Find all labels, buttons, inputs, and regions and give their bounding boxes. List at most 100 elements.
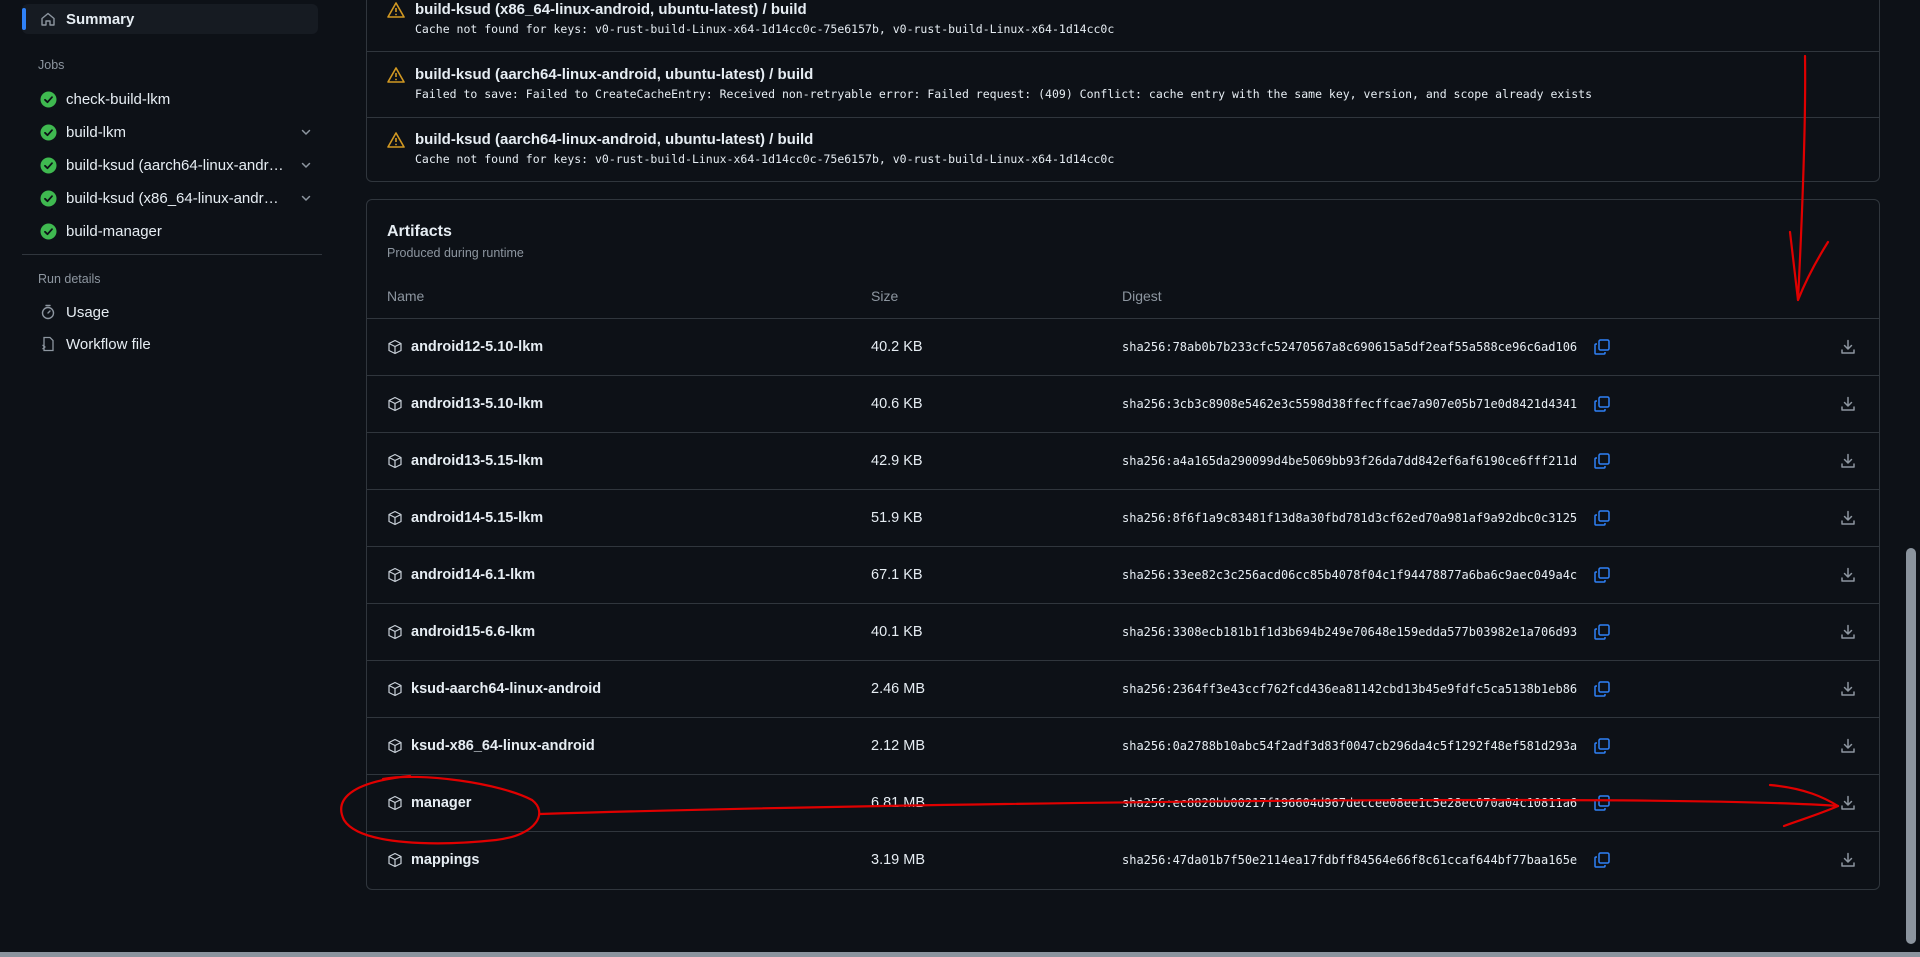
download-icon[interactable] xyxy=(1839,794,1857,812)
artifact-name-link[interactable]: manager xyxy=(411,795,471,811)
warning-icon xyxy=(387,2,405,18)
copy-icon[interactable] xyxy=(1593,623,1611,641)
artifact-row[interactable]: android15-6.6-lkm 40.1 KB sha256:3308ecb18… xyxy=(367,603,1879,660)
copy-icon[interactable] xyxy=(1593,680,1611,698)
package-icon xyxy=(388,738,402,754)
artifact-name-link[interactable]: android12-5.10-lkm xyxy=(411,339,543,355)
artifact-name-link[interactable]: android14-5.15-lkm xyxy=(411,510,543,526)
artifact-row[interactable]: android14-6.1-lkm 67.1 KB sha256:33ee82c3c… xyxy=(367,546,1879,603)
annotation-message: Failed to save: Failed to CreateCacheEnt… xyxy=(415,87,1593,101)
warning-icon xyxy=(387,67,405,83)
success-check-icon xyxy=(40,157,57,174)
sidebar-item-summary[interactable]: Summary xyxy=(22,4,318,34)
download-icon[interactable] xyxy=(1839,680,1857,698)
download-icon[interactable] xyxy=(1839,395,1857,413)
artifact-row[interactable]: mappings 3.19 MB sha256:47da01b7f50e2114ea… xyxy=(367,831,1879,888)
annotation-message: Cache not found for keys: v0-rust-build-… xyxy=(415,22,1115,36)
copy-icon[interactable] xyxy=(1593,509,1611,527)
chevron-down-icon[interactable] xyxy=(300,126,312,138)
artifact-row[interactable]: ksud-x86_64-linux-android 2.12 MB sha256:0… xyxy=(367,717,1879,774)
package-icon xyxy=(388,852,402,868)
package-icon xyxy=(388,453,402,469)
artifact-row[interactable]: android14-5.15-lkm 51.9 KB sha256:8f6f1a9c… xyxy=(367,489,1879,546)
active-indicator xyxy=(22,8,26,30)
artifact-size: 6.81 MB xyxy=(871,795,925,811)
download-icon[interactable] xyxy=(1839,452,1857,470)
artifact-size: 2.46 MB xyxy=(871,681,925,697)
artifact-name-link[interactable]: android13-5.10-lkm xyxy=(411,396,543,412)
sidebar-job-item[interactable]: build-ksud (x86_64-linux-android, ubuntu… xyxy=(22,183,322,213)
sidebar-job-label: check-build-lkm xyxy=(66,91,171,108)
download-icon[interactable] xyxy=(1839,566,1857,584)
artifact-name-link[interactable]: mappings xyxy=(411,852,479,868)
window-bottom-edge xyxy=(0,952,1920,957)
artifact-name-link[interactable]: android15-6.6-lkm xyxy=(411,624,535,640)
artifact-row[interactable]: android13-5.10-lkm 40.6 KB sha256:3cb3c890… xyxy=(367,375,1879,432)
copy-icon[interactable] xyxy=(1593,737,1611,755)
artifact-digest: sha256:3308ecb181b1f1d3b694b249e70648e15… xyxy=(1122,625,1578,639)
artifact-digest: sha256:33ee82c3c256acd06cc85b4078f04c1f9… xyxy=(1122,568,1578,582)
annotations-list: build-ksud (x86_64-linux-android, ubuntu… xyxy=(366,0,1880,182)
artifact-row[interactable]: ksud-aarch64-linux-android 2.46 MB sha256:… xyxy=(367,660,1879,717)
artifact-digest: sha256:8f6f1a9c83481f13d8a30fbd781d3cf62… xyxy=(1122,511,1578,525)
run-details-heading: Run details xyxy=(38,272,101,286)
artifact-name-link[interactable]: ksud-x86_64-linux-android xyxy=(411,738,595,754)
copy-icon[interactable] xyxy=(1593,338,1611,356)
sidebar-job-label: build-ksud (x86_64-linux-android, ubuntu… xyxy=(66,190,286,207)
sidebar-job-item[interactable]: build-manager xyxy=(22,216,322,246)
package-icon xyxy=(388,510,402,526)
copy-icon[interactable] xyxy=(1593,395,1611,413)
sidebar-item-label: Workflow file xyxy=(66,336,151,353)
copy-icon[interactable] xyxy=(1593,566,1611,584)
artifacts-title: Artifacts xyxy=(387,223,452,240)
success-check-icon xyxy=(40,223,57,240)
chevron-down-icon[interactable] xyxy=(300,192,312,204)
annotation-warning[interactable]: build-ksud (x86_64-linux-android, ubuntu… xyxy=(367,0,1879,57)
sidebar-job-item[interactable]: build-ksud (aarch64-linux-android, ubunt… xyxy=(22,150,322,180)
artifact-size: 3.19 MB xyxy=(871,852,925,868)
download-icon[interactable] xyxy=(1839,851,1857,869)
sidebar-job-item[interactable]: check-build-lkm xyxy=(22,84,322,114)
artifact-size: 40.2 KB xyxy=(871,339,923,355)
artifact-digest: sha256:2364ff3e43ccf762fcd436ea81142cbd1… xyxy=(1122,682,1578,696)
artifact-size: 40.1 KB xyxy=(871,624,923,640)
warning-icon xyxy=(387,132,405,148)
artifact-row[interactable]: android13-5.15-lkm 42.9 KB sha256:a4a165da… xyxy=(367,432,1879,489)
annotation-title: build-ksud (aarch64-linux-android, ubunt… xyxy=(415,66,814,83)
copy-icon[interactable] xyxy=(1593,851,1611,869)
package-icon xyxy=(388,567,402,583)
copy-icon[interactable] xyxy=(1593,452,1611,470)
scrollbar-thumb[interactable] xyxy=(1906,548,1916,944)
artifact-row[interactable]: android12-5.10-lkm 40.2 KB sha256:78ab0b7b… xyxy=(367,318,1879,375)
sidebar-job-item[interactable]: build-lkm xyxy=(22,117,322,147)
package-icon xyxy=(388,624,402,640)
artifact-name-link[interactable]: android14-6.1-lkm xyxy=(411,567,535,583)
artifact-name-link[interactable]: android13-5.15-lkm xyxy=(411,453,543,469)
artifact-size: 2.12 MB xyxy=(871,738,925,754)
sidebar-item-usage[interactable]: Usage xyxy=(22,298,322,326)
download-icon[interactable] xyxy=(1839,338,1857,356)
home-icon xyxy=(41,12,55,26)
artifact-digest: sha256:0a2788b10abc54f2adf3d83f0047cb296… xyxy=(1122,739,1578,753)
sidebar-item-workflow-file[interactable]: Workflow file xyxy=(22,330,322,358)
annotation-message: Cache not found for keys: v0-rust-build-… xyxy=(415,152,1115,166)
success-check-icon xyxy=(40,91,57,108)
artifact-row[interactable]: manager 6.81 MB sha256:ec8828bb00217f19660… xyxy=(367,774,1879,831)
copy-icon[interactable] xyxy=(1593,794,1611,812)
annotation-warning[interactable]: build-ksud (aarch64-linux-android, ubunt… xyxy=(367,118,1879,183)
chevron-down-icon[interactable] xyxy=(300,159,312,171)
artifact-name-link[interactable]: ksud-aarch64-linux-android xyxy=(411,681,601,697)
package-icon xyxy=(388,339,402,355)
column-header-size: Size xyxy=(871,288,899,304)
artifact-digest: sha256:47da01b7f50e2114ea17fdbff84564e66… xyxy=(1122,853,1578,867)
download-icon[interactable] xyxy=(1839,737,1857,755)
stopwatch-icon xyxy=(41,304,55,320)
download-icon[interactable] xyxy=(1839,509,1857,527)
column-header-name: Name xyxy=(387,288,425,304)
sidebar-item-label: Summary xyxy=(66,11,135,28)
annotation-warning[interactable]: build-ksud (aarch64-linux-android, ubunt… xyxy=(367,52,1879,117)
download-icon[interactable] xyxy=(1839,623,1857,641)
artifact-digest: sha256:78ab0b7b233cfc52470567a8c690615a5… xyxy=(1122,340,1578,354)
sidebar-job-label: build-manager xyxy=(66,223,162,240)
artifact-digest: sha256:a4a165da290099d4be5069bb93f26da7d… xyxy=(1122,454,1578,468)
